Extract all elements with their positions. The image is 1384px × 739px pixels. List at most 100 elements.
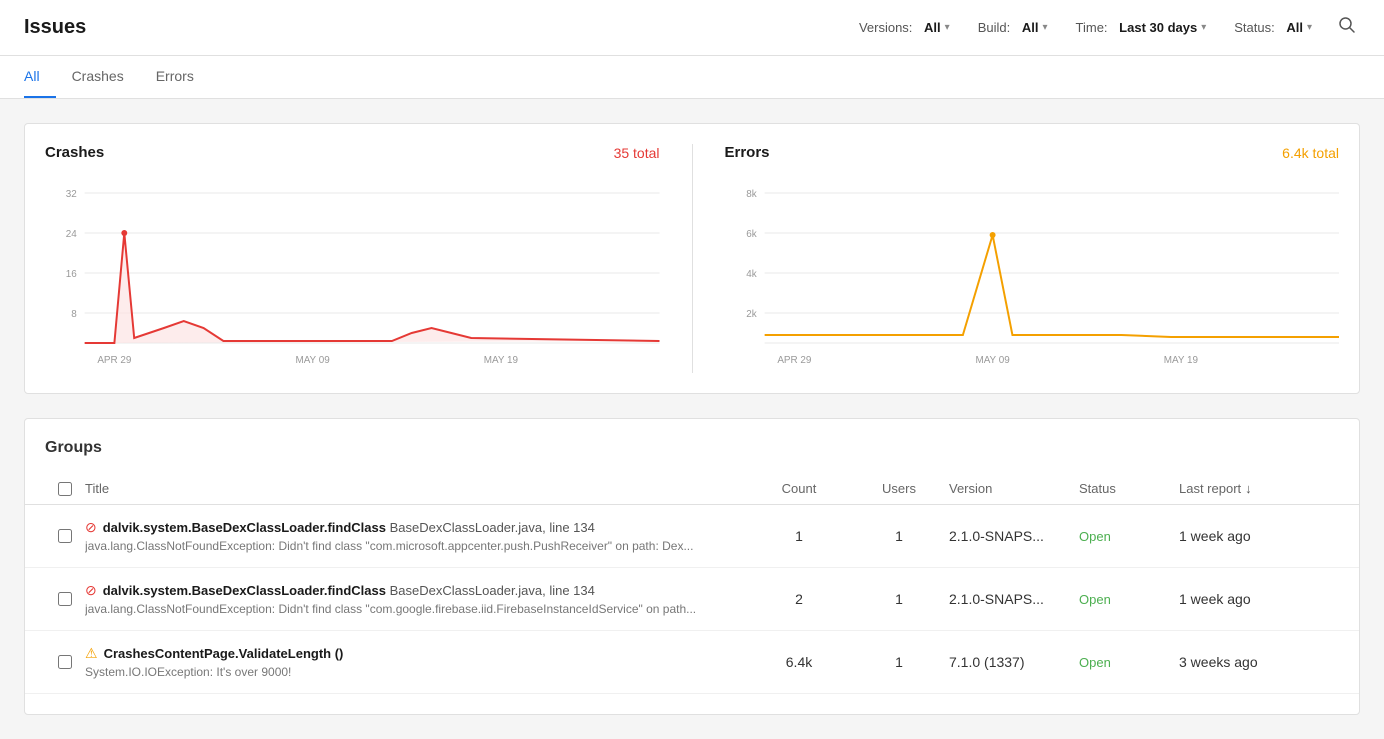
chart-divider — [692, 144, 693, 373]
row2-title-col: ⊘ dalvik.system.BaseDexClassLoader.findC… — [85, 582, 749, 616]
errors-chart-title: Errors — [725, 144, 770, 161]
crashes-chart-title: Crashes — [45, 144, 104, 161]
tab-crashes[interactable]: Crashes — [56, 56, 140, 98]
versions-value: All — [924, 20, 941, 35]
row2-last-report: 1 week ago — [1179, 591, 1339, 607]
row3-users: 1 — [849, 654, 949, 670]
svg-text:4k: 4k — [746, 269, 756, 280]
last-report-label: Last report — [1179, 481, 1241, 496]
row1-method: dalvik.system.BaseDexClassLoader.findCla… — [103, 520, 595, 535]
tab-all[interactable]: All — [24, 56, 56, 98]
header-checkbox-col — [45, 482, 85, 496]
svg-text:APR 29: APR 29 — [97, 355, 132, 366]
row2-users: 1 — [849, 591, 949, 607]
svg-text:APR 29: APR 29 — [777, 355, 812, 366]
row1-error-icon: ⊘ — [85, 519, 97, 536]
page-title: Issues — [24, 16, 86, 39]
row3-method: CrashesContentPage.ValidateLength () — [104, 646, 344, 661]
row3-issue-name: ⚠ CrashesContentPage.ValidateLength () — [85, 645, 749, 662]
svg-text:MAY 09: MAY 09 — [295, 355, 330, 366]
row3-checkbox[interactable] — [58, 655, 72, 669]
errors-chart-header: Errors 6.4k total — [725, 144, 1340, 161]
svg-text:6k: 6k — [746, 229, 756, 240]
header-last-report-col[interactable]: Last report ↓ — [1179, 481, 1339, 496]
row3-description: System.IO.IOException: It's over 9000! — [85, 665, 749, 679]
svg-text:32: 32 — [66, 189, 77, 200]
row2-version: 2.1.0-SNAPS... — [949, 591, 1079, 607]
sort-icon: ↓ — [1245, 481, 1252, 496]
svg-text:24: 24 — [66, 229, 77, 240]
row2-issue-name: ⊘ dalvik.system.BaseDexClassLoader.findC… — [85, 582, 749, 599]
tab-errors[interactable]: Errors — [140, 56, 210, 98]
groups-section: Groups Title Count Users Version Status … — [24, 418, 1360, 715]
build-value: All — [1022, 20, 1039, 35]
errors-chart-area: 8k 6k 4k 2k APR 29 MAY 09 MAY 19 — [725, 173, 1340, 373]
header-title-col: Title — [85, 481, 749, 496]
status-chevron-icon: ▾ — [1307, 22, 1312, 33]
row2-method: dalvik.system.BaseDexClassLoader.findCla… — [103, 583, 595, 598]
row3-warning-icon: ⚠ — [85, 645, 98, 662]
svg-text:2k: 2k — [746, 309, 756, 320]
select-all-checkbox[interactable] — [58, 482, 72, 496]
crashes-chart-total: 35 total — [614, 145, 660, 161]
versions-chevron-icon: ▾ — [945, 22, 950, 33]
svg-text:8k: 8k — [746, 189, 756, 200]
row3-status-badge: Open — [1079, 655, 1111, 670]
build-label: Build: — [978, 20, 1011, 35]
time-filter[interactable]: Time: Last 30 days ▾ — [1070, 16, 1213, 39]
header-status-col: Status — [1079, 481, 1179, 496]
versions-label: Versions: — [859, 20, 912, 35]
row2-count: 2 — [749, 591, 849, 607]
table-header: Title Count Users Version Status Last re… — [25, 473, 1359, 505]
row2-checkbox-col — [45, 592, 85, 606]
row1-count: 1 — [749, 528, 849, 544]
crashes-chart-panel: Crashes 35 total 32 24 16 8 — [45, 144, 660, 373]
search-icon — [1338, 16, 1356, 34]
row3-title-col: ⚠ CrashesContentPage.ValidateLength () S… — [85, 645, 749, 679]
svg-text:16: 16 — [66, 269, 77, 280]
build-chevron-icon: ▾ — [1042, 22, 1047, 33]
row3-version: 7.1.0 (1337) — [949, 654, 1079, 670]
row2-status: Open — [1079, 591, 1179, 607]
row2-description: java.lang.ClassNotFoundException: Didn't… — [85, 602, 749, 616]
time-label: Time: — [1076, 20, 1108, 35]
row1-users: 1 — [849, 528, 949, 544]
build-filter[interactable]: Build: All▾ — [972, 16, 1054, 39]
versions-filter[interactable]: Versions: All ▾ — [853, 16, 956, 39]
status-filter[interactable]: Status: All▾ — [1228, 16, 1318, 39]
row1-version: 2.1.0-SNAPS... — [949, 528, 1079, 544]
crashes-chart-area: 32 24 16 8 APR 29 MAY 09 MAY 19 — [45, 173, 660, 373]
row1-issue-name: ⊘ dalvik.system.BaseDexClassLoader.findC… — [85, 519, 749, 536]
search-button[interactable] — [1334, 12, 1360, 43]
table-row: ⚠ CrashesContentPage.ValidateLength () S… — [25, 631, 1359, 694]
row1-status-badge: Open — [1079, 529, 1111, 544]
table-row: ⊘ dalvik.system.BaseDexClassLoader.findC… — [25, 505, 1359, 568]
main-content: Crashes 35 total 32 24 16 8 — [0, 99, 1384, 739]
row1-title-col: ⊘ dalvik.system.BaseDexClassLoader.findC… — [85, 519, 749, 553]
table-row: ⊘ dalvik.system.BaseDexClassLoader.findC… — [25, 568, 1359, 631]
row1-checkbox[interactable] — [58, 529, 72, 543]
tabs-bar: All Crashes Errors — [0, 56, 1384, 99]
status-value: All — [1286, 20, 1303, 35]
row1-status: Open — [1079, 528, 1179, 544]
row2-status-badge: Open — [1079, 592, 1111, 607]
svg-text:MAY 19: MAY 19 — [1163, 355, 1198, 366]
row2-error-icon: ⊘ — [85, 582, 97, 599]
row3-count: 6.4k — [749, 654, 849, 670]
row1-checkbox-col — [45, 529, 85, 543]
svg-text:MAY 19: MAY 19 — [484, 355, 519, 366]
row3-status: Open — [1079, 654, 1179, 670]
header-filters: Versions: All▾ Build: All▾ Time: Last 30… — [853, 12, 1360, 43]
row1-description: java.lang.ClassNotFoundException: Didn't… — [85, 539, 749, 553]
time-chevron-icon: ▾ — [1201, 22, 1206, 33]
row3-last-report: 3 weeks ago — [1179, 654, 1339, 670]
svg-text:8: 8 — [71, 309, 77, 320]
svg-text:MAY 09: MAY 09 — [975, 355, 1010, 366]
errors-chart-total: 6.4k total — [1282, 145, 1339, 161]
header-users-col: Users — [849, 481, 949, 496]
crashes-chart-svg: 32 24 16 8 APR 29 MAY 09 MAY 19 — [45, 173, 660, 373]
row2-checkbox[interactable] — [58, 592, 72, 606]
time-value: Last 30 days — [1119, 20, 1197, 35]
crashes-chart-header: Crashes 35 total — [45, 144, 660, 161]
errors-chart-panel: Errors 6.4k total 8k 6k 4k 2k — [725, 144, 1340, 373]
